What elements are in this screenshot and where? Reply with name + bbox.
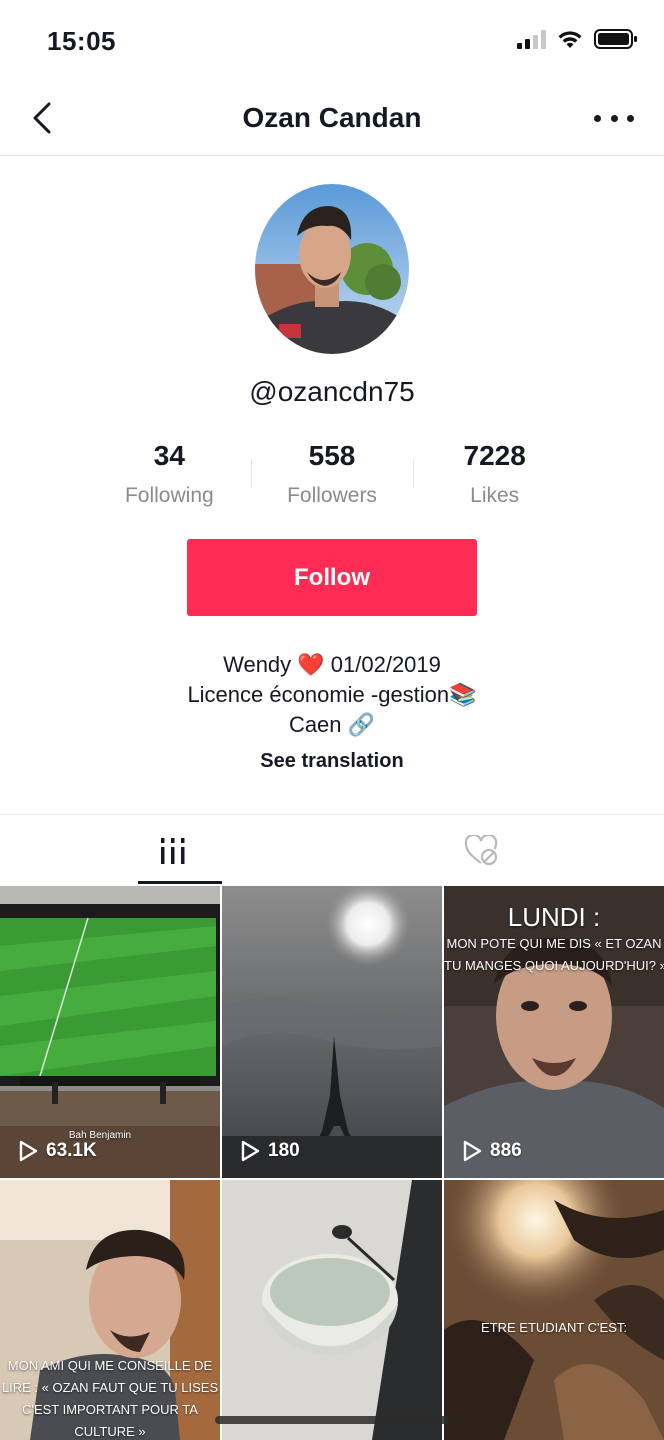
cellular-signal-icon bbox=[517, 29, 546, 49]
stat-likes: 7228 Likes bbox=[413, 438, 576, 518]
play-count: 886 bbox=[462, 1140, 522, 1162]
page-title: Ozan Candan bbox=[242, 102, 422, 133]
play-count: 63.1K bbox=[18, 1140, 97, 1162]
nav-bar: Ozan Candan bbox=[0, 80, 664, 156]
play-icon bbox=[463, 1140, 482, 1162]
video-caption-title: LUNDI : bbox=[507, 902, 601, 932]
see-translation-link[interactable]: See translation bbox=[0, 750, 664, 773]
profile-stats: 34 Following 558 Followers 7228 Likes bbox=[88, 438, 576, 518]
stat-label: Followers bbox=[287, 484, 377, 507]
stat-following[interactable]: 34 Following bbox=[88, 438, 251, 518]
liked-hidden-heart-icon bbox=[464, 835, 498, 866]
bio-line[interactable]: Caen 🔗 bbox=[0, 710, 664, 740]
play-count-value: 886 bbox=[490, 1140, 522, 1161]
stat-value: 34 bbox=[153, 440, 185, 471]
play-count-value: 63.1K bbox=[46, 1140, 97, 1161]
username: @ozancdn75 bbox=[249, 376, 415, 407]
video-caption-line: ETRE ETUDIANT C'EST: bbox=[481, 1320, 627, 1335]
video-tile[interactable]: Bah Benjamin 63.1K bbox=[0, 886, 220, 1178]
stat-label: Likes bbox=[470, 484, 520, 507]
play-count: 180 bbox=[240, 1140, 300, 1162]
video-thumbnail bbox=[0, 1180, 220, 1440]
play-icon bbox=[19, 1140, 38, 1162]
avatar-photo bbox=[255, 184, 409, 354]
grid-bars-icon bbox=[161, 838, 185, 864]
more-options-button[interactable] bbox=[594, 108, 634, 128]
video-tile[interactable]: LUNDI : MON POTE QUI ME DIS « ET OZAN TU… bbox=[444, 886, 664, 1178]
stat-value: 558 bbox=[308, 440, 356, 471]
tab-liked[interactable] bbox=[318, 815, 650, 887]
video-caption-line: TU MANGES QUOI AUJOURD'HUI? » bbox=[444, 958, 664, 973]
play-count-value: 180 bbox=[268, 1140, 300, 1161]
stat-label: Following bbox=[124, 484, 214, 507]
stat-value: 7228 bbox=[463, 440, 526, 471]
video-tile[interactable] bbox=[222, 1180, 442, 1440]
follow-button[interactable]: Follow bbox=[187, 539, 477, 616]
battery-icon bbox=[594, 29, 637, 49]
video-tile[interactable]: ETRE ETUDIANT C'EST: bbox=[444, 1180, 664, 1440]
status-bar: 15:05 bbox=[0, 0, 664, 80]
stat-followers[interactable]: 558 Followers bbox=[250, 438, 414, 518]
video-caption-line: LIRE : « OZAN FAUT QUE TU LISES bbox=[1, 1380, 219, 1395]
video-thumbnail bbox=[222, 886, 442, 1178]
video-caption-line: CULTURE » bbox=[74, 1424, 146, 1439]
active-tab-indicator bbox=[138, 881, 222, 884]
video-thumbnail bbox=[222, 1180, 442, 1440]
tab-bar bbox=[0, 814, 664, 886]
bio: Wendy ❤️ 01/02/2019 Licence économie -ge… bbox=[0, 650, 664, 740]
home-indicator bbox=[215, 1416, 449, 1424]
video-caption-line: MON AMI QUI ME CONSEILLE DE bbox=[7, 1358, 213, 1373]
video-thumbnail bbox=[444, 1180, 664, 1440]
play-icon bbox=[241, 1140, 260, 1162]
status-icons bbox=[517, 28, 638, 50]
wifi-icon bbox=[558, 31, 582, 48]
bio-line: Licence économie -gestion📚 bbox=[187, 682, 477, 707]
video-tile[interactable]: MON AMI QUI ME CONSEILLE DE LIRE : « OZA… bbox=[0, 1180, 220, 1440]
bio-line: Wendy ❤️ 01/02/2019 bbox=[223, 652, 441, 677]
avatar[interactable] bbox=[255, 184, 409, 354]
video-caption-line: C'EST IMPORTANT POUR TA bbox=[22, 1402, 198, 1417]
more-dots-icon bbox=[594, 114, 601, 122]
video-caption-line: MON POTE QUI ME DIS « ET OZAN bbox=[446, 936, 662, 951]
video-tile[interactable]: 180 bbox=[222, 886, 442, 1178]
status-time: 15:05 bbox=[47, 26, 116, 56]
tab-videos[interactable] bbox=[14, 815, 346, 887]
